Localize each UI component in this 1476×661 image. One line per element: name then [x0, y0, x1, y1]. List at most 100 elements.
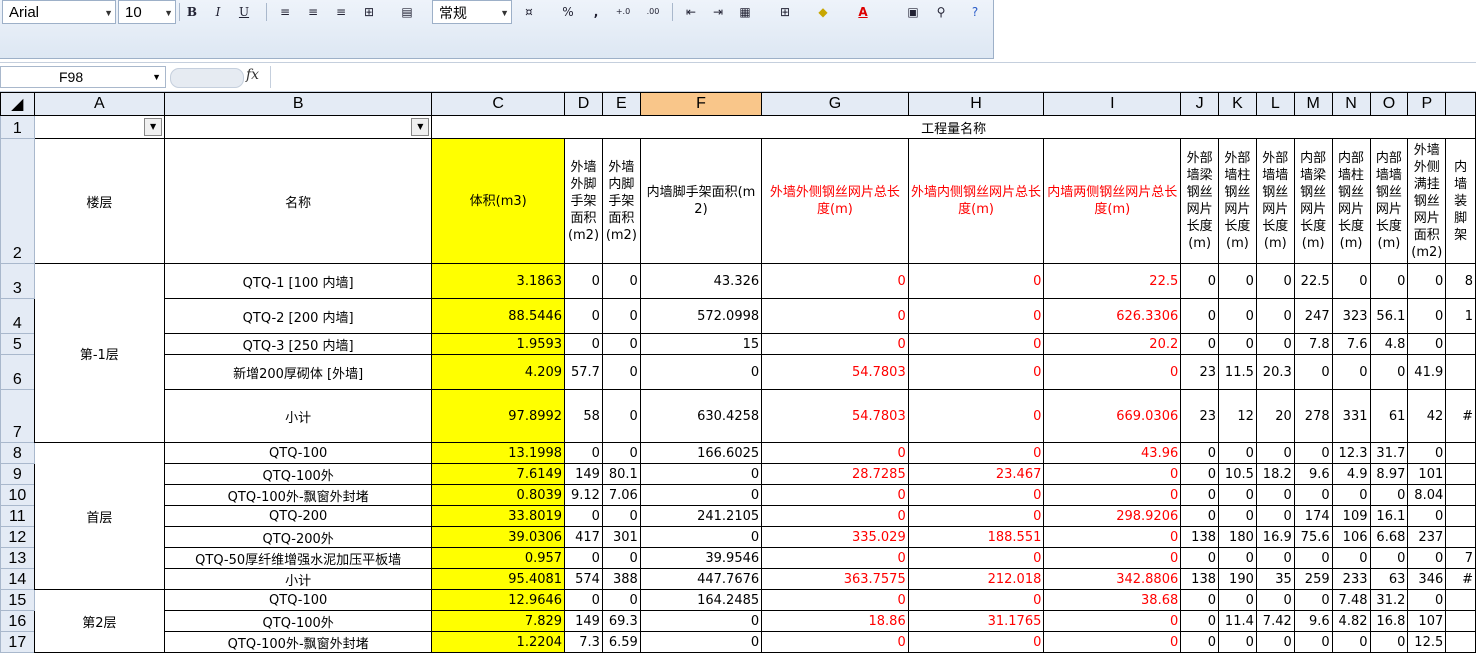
row-header[interactable]: 13: [0, 547, 35, 569]
value-cell-e[interactable]: 80.1: [601, 463, 641, 485]
value-cell-m[interactable]: 0: [1293, 442, 1333, 464]
value-cell-p[interactable]: 12.5: [1407, 631, 1447, 653]
decrease-indent-icon[interactable]: ⇤: [680, 1, 702, 23]
value-cell-h[interactable]: 0: [907, 354, 1045, 390]
name-cell[interactable]: QTQ-50厚纤维增强水泥加压平板墙: [164, 547, 433, 569]
value-cell-o[interactable]: 0: [1369, 484, 1409, 506]
value-cell-n[interactable]: 233: [1331, 568, 1371, 590]
font-color-icon[interactable]: A: [852, 1, 874, 23]
value-cell-c[interactable]: 3.1863: [431, 263, 566, 299]
floor-cell[interactable]: 首层: [33, 442, 166, 590]
row-header[interactable]: 4: [0, 298, 35, 334]
value-cell-i[interactable]: 0: [1043, 463, 1182, 485]
value-cell-h[interactable]: 0: [907, 505, 1045, 527]
value-cell-p[interactable]: 107: [1407, 610, 1447, 632]
value-cell-o[interactable]: 56.1: [1369, 298, 1409, 334]
value-cell-e[interactable]: 6.59: [601, 631, 641, 653]
column-header-O[interactable]: O: [1369, 92, 1409, 116]
value-cell-l[interactable]: 16.9: [1255, 526, 1295, 548]
value-cell-m[interactable]: 0: [1293, 631, 1333, 653]
row-header[interactable]: 14: [0, 568, 35, 590]
value-cell-q[interactable]: [1445, 589, 1476, 611]
value-cell-f[interactable]: 0: [639, 463, 763, 485]
value-cell-c[interactable]: 1.9593: [431, 333, 566, 355]
value-cell-g[interactable]: 0: [761, 263, 909, 299]
value-cell-h[interactable]: 31.1765: [907, 610, 1045, 632]
value-cell-m[interactable]: 75.6: [1293, 526, 1333, 548]
value-cell-j[interactable]: 0: [1180, 263, 1219, 299]
value-cell-e[interactable]: 388: [601, 568, 641, 590]
borders-icon[interactable]: ⊞: [774, 1, 796, 23]
value-cell-e[interactable]: 0: [601, 547, 641, 569]
value-cell-q[interactable]: [1445, 610, 1476, 632]
value-cell-h[interactable]: 0: [907, 298, 1045, 334]
value-cell-k[interactable]: 0: [1218, 484, 1257, 506]
name-cell[interactable]: 新增200厚砌体 [外墙]: [164, 354, 433, 390]
value-cell-h[interactable]: 0: [907, 263, 1045, 299]
value-cell-g[interactable]: 0: [761, 547, 909, 569]
value-cell-n[interactable]: 7.6: [1331, 333, 1371, 355]
value-cell-g[interactable]: 54.7803: [761, 389, 909, 443]
value-cell-j[interactable]: 23: [1180, 389, 1219, 443]
value-cell-d[interactable]: 417: [564, 526, 603, 548]
row-header[interactable]: 3: [0, 263, 35, 299]
value-cell-m[interactable]: 0: [1293, 547, 1333, 569]
value-cell-q[interactable]: [1445, 631, 1476, 653]
value-cell-e[interactable]: 0: [601, 505, 641, 527]
column-header-I[interactable]: I: [1043, 92, 1182, 116]
value-cell-q[interactable]: #: [1445, 568, 1476, 590]
column-header-P[interactable]: P: [1407, 92, 1447, 116]
value-cell-k[interactable]: 0: [1218, 589, 1257, 611]
value-cell-g[interactable]: 0: [761, 589, 909, 611]
value-cell-e[interactable]: 0: [601, 263, 641, 299]
name-cell[interactable]: QTQ-100外-飘窗外封堵: [164, 631, 433, 653]
row-header[interactable]: 2: [0, 138, 35, 264]
value-cell-l[interactable]: 0: [1255, 298, 1295, 334]
value-cell-n[interactable]: 323: [1331, 298, 1371, 334]
value-cell-n[interactable]: 0: [1331, 631, 1371, 653]
value-cell-k[interactable]: 11.4: [1218, 610, 1257, 632]
value-cell-d[interactable]: 58: [564, 389, 603, 443]
value-cell-e[interactable]: 301: [601, 526, 641, 548]
value-cell-p[interactable]: 8.04: [1407, 484, 1447, 506]
value-cell-m[interactable]: 9.6: [1293, 610, 1333, 632]
column-header-D[interactable]: D: [564, 92, 603, 116]
value-cell-q[interactable]: [1445, 354, 1476, 390]
value-cell-g[interactable]: 18.86: [761, 610, 909, 632]
value-cell-h[interactable]: 188.551: [907, 526, 1045, 548]
value-cell-j[interactable]: 0: [1180, 463, 1219, 485]
value-cell-m[interactable]: 7.8: [1293, 333, 1333, 355]
value-cell-p[interactable]: 0: [1407, 547, 1447, 569]
value-cell-q[interactable]: [1445, 526, 1476, 548]
value-cell-c[interactable]: 33.8019: [431, 505, 566, 527]
value-cell-c[interactable]: 13.1998: [431, 442, 566, 464]
value-cell-o[interactable]: 8.97: [1369, 463, 1409, 485]
styles-icon[interactable]: ▣: [902, 1, 924, 23]
value-cell-o[interactable]: 0: [1369, 547, 1409, 569]
value-cell-h[interactable]: 0: [907, 389, 1045, 443]
column-header-A[interactable]: A: [33, 92, 166, 116]
value-cell-o[interactable]: 16.1: [1369, 505, 1409, 527]
value-cell-j[interactable]: 0: [1180, 631, 1219, 653]
increase-indent-icon[interactable]: ⇥: [707, 1, 729, 23]
value-cell-f[interactable]: 43.326: [639, 263, 763, 299]
value-cell-m[interactable]: 0: [1293, 484, 1333, 506]
value-cell-n[interactable]: 106: [1331, 526, 1371, 548]
value-cell-c[interactable]: 4.209: [431, 354, 566, 390]
value-cell-g[interactable]: 0: [761, 442, 909, 464]
column-header-M[interactable]: M: [1293, 92, 1333, 116]
row-header[interactable]: 7: [0, 389, 35, 443]
value-cell-o[interactable]: 4.8: [1369, 333, 1409, 355]
value-cell-c[interactable]: 7.6149: [431, 463, 566, 485]
value-cell-l[interactable]: 20.3: [1255, 354, 1295, 390]
value-cell-c[interactable]: 97.8992: [431, 389, 566, 443]
value-cell-c[interactable]: 39.0306: [431, 526, 566, 548]
value-cell-e[interactable]: 7.06: [601, 484, 641, 506]
help-icon[interactable]: ?: [964, 1, 986, 23]
value-cell-l[interactable]: 0: [1255, 263, 1295, 299]
align-right-icon[interactable]: ≡: [330, 1, 352, 23]
value-cell-f[interactable]: 241.2105: [639, 505, 763, 527]
value-cell-n[interactable]: 0: [1331, 484, 1371, 506]
value-cell-j[interactable]: 0: [1180, 333, 1219, 355]
value-cell-d[interactable]: 57.7: [564, 354, 603, 390]
